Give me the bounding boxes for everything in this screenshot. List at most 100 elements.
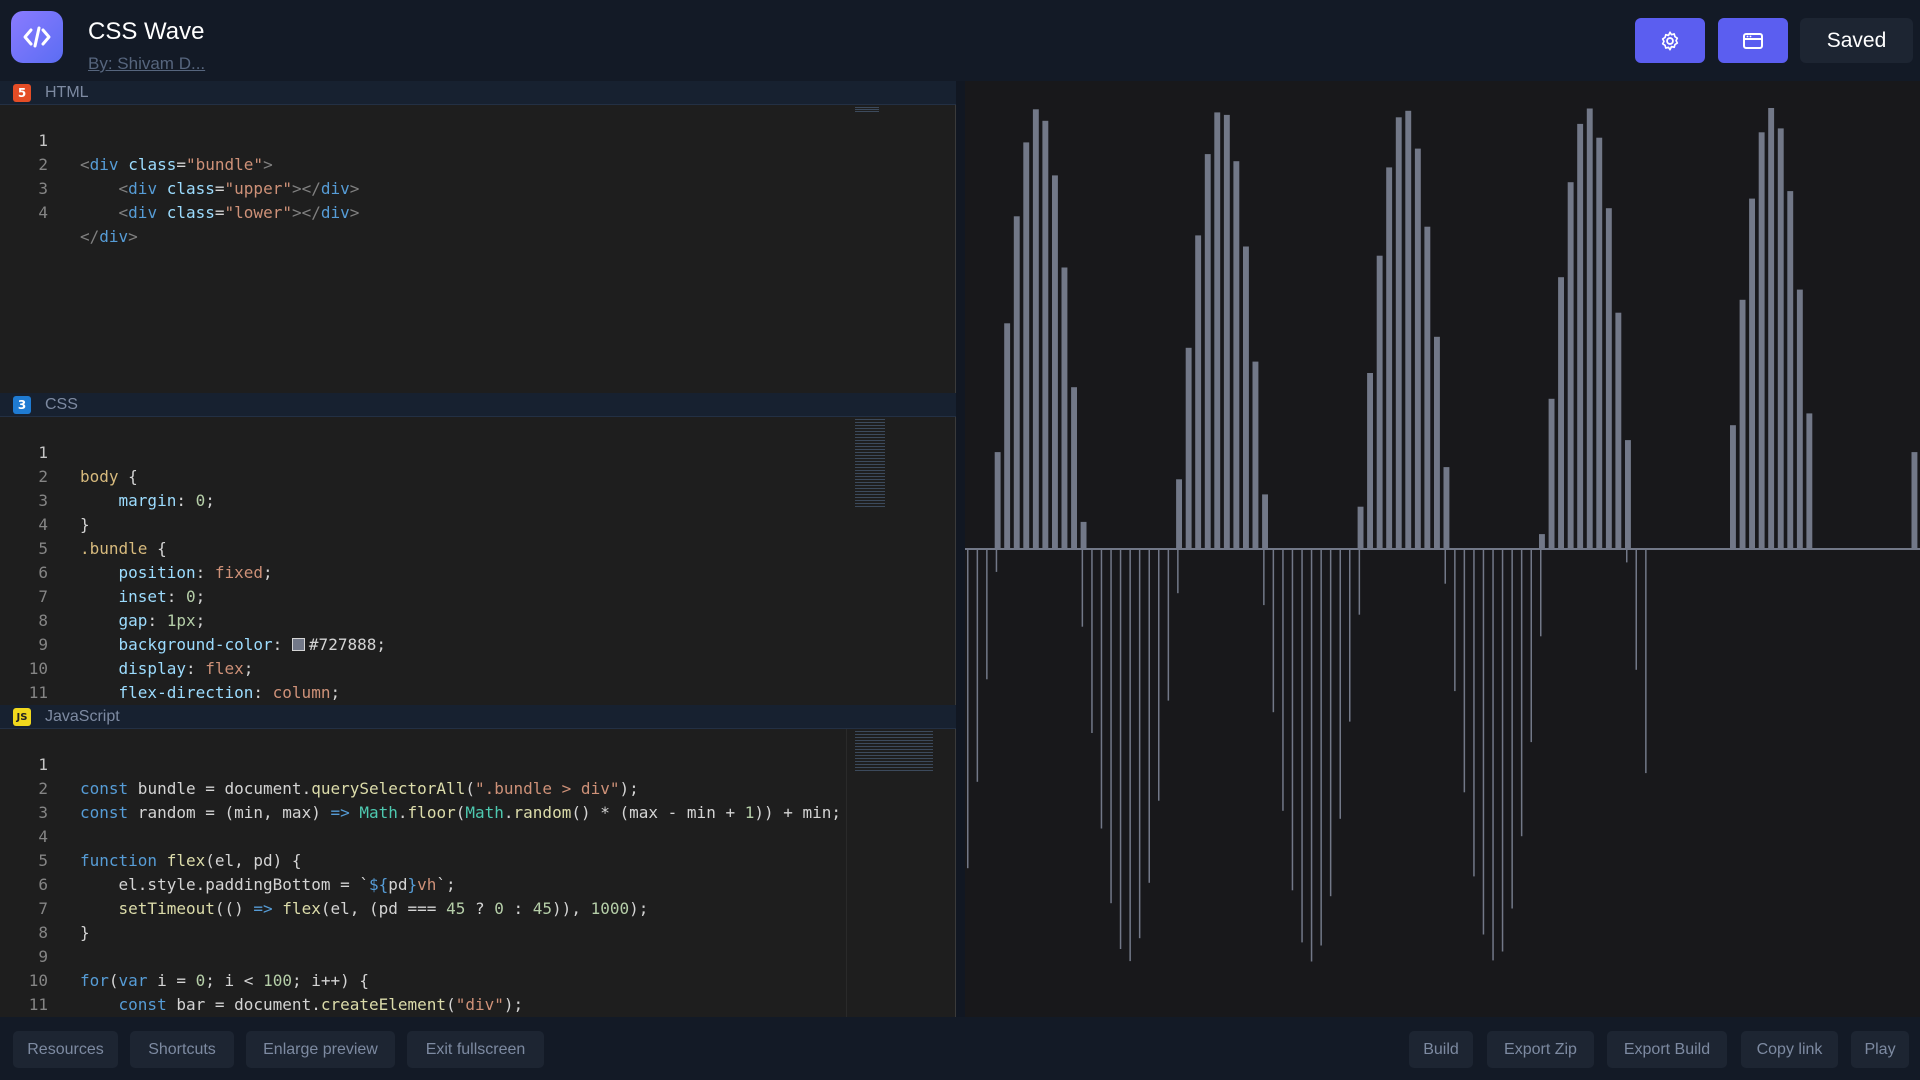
js-code-area[interactable]: 1 const bundle = document.querySelectorA… — [0, 729, 956, 1017]
lower-bar — [1645, 549, 1647, 774]
code-line[interactable]: 11 bundle[0].appendChild(bar); — [0, 969, 850, 1014]
upper-bar — [1243, 246, 1249, 549]
exit-fullscreen-button[interactable]: Exit fullscreen — [407, 1031, 544, 1068]
bottom-toolbar: Resources Shortcuts Enlarge preview Exit… — [0, 1017, 1920, 1080]
upper-bar — [1071, 387, 1077, 549]
upper-bar — [1004, 323, 1011, 549]
copy-link-button[interactable]: Copy link — [1741, 1031, 1838, 1068]
upper-bar — [1262, 494, 1268, 549]
live-preview[interactable] — [965, 81, 1920, 1017]
preview-layout-button[interactable] — [1718, 18, 1788, 63]
code-line[interactable]: 4 </div> — [0, 177, 850, 246]
html-code-area[interactable]: 1 <div class="bundle"> 2 <div class="upp… — [0, 105, 956, 393]
lower-bar — [1320, 549, 1322, 946]
lower-bar — [1492, 549, 1494, 961]
css-minimap[interactable] — [855, 419, 885, 509]
upper-bar — [1586, 108, 1593, 549]
upper-bar — [1376, 255, 1383, 549]
js-pane-label: JavaScript — [45, 708, 120, 725]
lower-bar — [1081, 549, 1084, 627]
lower-bar — [1454, 549, 1456, 692]
lower-bar — [1501, 549, 1504, 952]
code-line[interactable]: 5 el.style.paddingBottom = `${pd}vh`; — [0, 825, 850, 894]
upper-bar — [1749, 198, 1755, 549]
lower-bar — [1463, 549, 1466, 793]
shortcuts-button[interactable]: Shortcuts — [130, 1031, 234, 1068]
code-line[interactable]: 8 background-color: #727888; — [0, 585, 850, 654]
export-build-button[interactable]: Export Build — [1607, 1031, 1727, 1068]
upper-bar — [1252, 361, 1259, 549]
code-line[interactable]: 3 <div class="lower"></div> — [0, 153, 850, 222]
code-line[interactable]: 3 } — [0, 465, 850, 534]
split-resizer[interactable] — [956, 81, 965, 1017]
html-pane-header[interactable]: 5 HTML — [0, 81, 956, 105]
upper-bar — [1739, 299, 1746, 549]
play-button[interactable]: Play — [1851, 1031, 1909, 1068]
project-title: CSS Wave — [88, 18, 205, 45]
html-minimap[interactable] — [855, 107, 879, 113]
code-line[interactable]: 5 position: fixed; — [0, 513, 850, 582]
code-line[interactable]: 4 .bundle { — [0, 489, 850, 558]
upper-bar — [1796, 289, 1803, 549]
code-line[interactable]: 1 const bundle = document.querySelectorA… — [0, 729, 850, 798]
lower-bar — [1110, 549, 1112, 904]
code-line[interactable]: 10 const bar = document.createElement("d… — [0, 945, 850, 1014]
resources-button[interactable]: Resources — [13, 1031, 118, 1068]
settings-button[interactable] — [1635, 18, 1705, 63]
code-text: </div> — [80, 227, 138, 246]
code-line[interactable]: 2 <div class="upper"></div> — [0, 129, 850, 198]
js-pane-header[interactable]: JS JavaScript — [0, 705, 956, 729]
lower-bar — [986, 549, 988, 680]
app-logo[interactable] — [11, 11, 63, 63]
lower-bar — [1272, 549, 1275, 713]
upper-bar — [1023, 142, 1030, 549]
code-line[interactable]: 1 body { — [0, 417, 850, 486]
upper-bar — [1730, 425, 1736, 549]
css-pane-header[interactable]: 3 CSS — [0, 393, 956, 417]
code-line[interactable]: 2 const random = (min, max) => Math.floo… — [0, 753, 850, 822]
code-line[interactable]: 2 margin: 0; — [0, 441, 850, 510]
lower-bar — [1530, 549, 1532, 743]
saved-button[interactable]: Saved — [1800, 18, 1913, 63]
css-code-area[interactable]: 1 body { 2 margin: 0; 3 } 4 .bundle { 5 … — [0, 417, 956, 705]
author-link[interactable]: By: Shivam D... — [88, 54, 205, 74]
upper-bar — [1013, 216, 1020, 550]
lower-bar — [1291, 549, 1294, 891]
code-line[interactable]: 6 setTimeout(() => flex(el, (pd === 45 ?… — [0, 849, 850, 918]
html-pane-label: HTML — [45, 84, 89, 101]
upper-bar — [1625, 440, 1631, 549]
code-line[interactable]: 7 } — [0, 873, 850, 942]
upper-bar — [1548, 398, 1555, 549]
lower-bar — [1177, 549, 1179, 594]
lower-bar — [1626, 549, 1628, 563]
lower-bar — [1358, 549, 1361, 615]
code-line[interactable]: 8 — [0, 897, 850, 942]
upper-bar — [1539, 534, 1545, 549]
enlarge-preview-button[interactable]: Enlarge preview — [246, 1031, 395, 1068]
upper-bar — [1596, 137, 1603, 549]
lower-bar — [1167, 549, 1170, 701]
lower-bar — [1158, 549, 1160, 801]
lower-bar — [1129, 549, 1131, 962]
lower-bar — [1482, 549, 1485, 935]
build-button[interactable]: Build — [1409, 1031, 1473, 1068]
export-zip-button[interactable]: Export Zip — [1487, 1031, 1594, 1068]
code-line[interactable]: 9 display: flex; — [0, 609, 850, 678]
upper-bar — [1414, 148, 1421, 549]
js-minimap[interactable] — [855, 731, 933, 771]
html5-icon: 5 — [13, 84, 31, 102]
upper-bar — [1806, 413, 1813, 549]
upper-bar — [1061, 267, 1068, 549]
code-line[interactable]: 7 gap: 1px; — [0, 561, 850, 630]
code-line[interactable]: 11 } — [0, 657, 850, 702]
code-line[interactable]: 12 setTimeout(() => { — [0, 993, 850, 1017]
code-line[interactable]: 9 for(var i = 0; i < 100; i++) { — [0, 921, 850, 990]
code-line[interactable]: 12 — [0, 681, 850, 705]
code-line[interactable]: 10 flex-direction: column; — [0, 633, 850, 702]
code-line[interactable]: 4 function flex(el, pd) { — [0, 801, 850, 870]
code-line[interactable]: 3 — [0, 777, 850, 822]
upper-bar — [1577, 123, 1584, 550]
code-line[interactable]: 1 <div class="bundle"> — [0, 105, 850, 174]
upper-bar — [1911, 452, 1918, 549]
code-line[interactable]: 6 inset: 0; — [0, 537, 850, 606]
